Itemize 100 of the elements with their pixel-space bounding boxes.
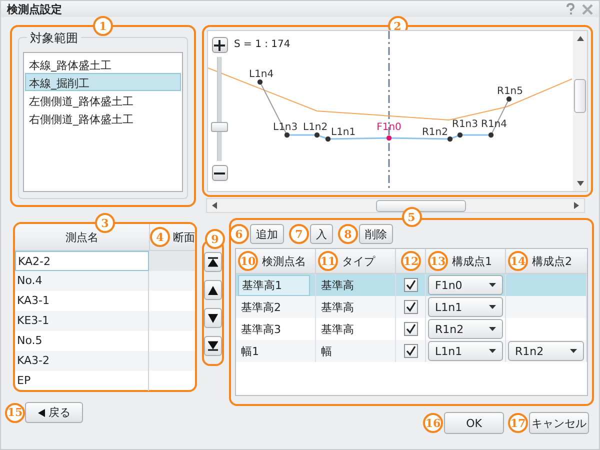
caret-icon bbox=[570, 349, 577, 353]
window-title: 検測点設定 bbox=[7, 2, 62, 16]
table-cell-text: 基準高 bbox=[320, 322, 354, 336]
table-row[interactable]: 基準高1 基準高 F1n0 bbox=[236, 274, 587, 296]
toolbar-button[interactable]: 入 bbox=[310, 224, 333, 244]
header-label: 構成点2 bbox=[532, 254, 572, 268]
move-up-button[interactable] bbox=[204, 280, 222, 300]
scroll-up-icon[interactable] bbox=[576, 36, 584, 41]
column-header[interactable]: 10 検測点名 bbox=[236, 249, 316, 273]
scale-label: S = 1 : 174 bbox=[234, 39, 290, 50]
dropdown[interactable]: L1n1 bbox=[428, 341, 503, 361]
checkbox[interactable] bbox=[404, 322, 418, 336]
triangle-left-icon bbox=[38, 408, 44, 416]
callout-number: 12 bbox=[401, 251, 421, 271]
callout-number: 3 bbox=[95, 213, 115, 233]
table-row[interactable]: 基準高2 基準高 L1n1 bbox=[236, 296, 587, 318]
checkbox[interactable] bbox=[404, 344, 418, 358]
zoom-out-button[interactable] bbox=[212, 165, 228, 181]
point-label: R1n4 bbox=[481, 119, 508, 130]
triangle-up-icon bbox=[208, 286, 218, 294]
point-marker[interactable] bbox=[447, 136, 453, 142]
column-header[interactable]: 11 タイプ bbox=[316, 249, 396, 273]
dropdown[interactable]: R1n2 bbox=[428, 319, 503, 339]
column-header[interactable]: 13 構成点1 bbox=[426, 249, 506, 273]
scroll-thumb[interactable] bbox=[574, 79, 586, 113]
callout-number: 4 bbox=[150, 227, 170, 247]
table-cell-text: 基準高2 bbox=[240, 300, 281, 314]
table-cell-text: 幅1 bbox=[240, 344, 259, 358]
point-marker[interactable] bbox=[284, 132, 290, 138]
table-cell: No.4 bbox=[15, 271, 149, 291]
table-cell-text: 基準高 bbox=[320, 278, 354, 292]
callout-number: 15 bbox=[5, 402, 25, 422]
point-label: L1n2 bbox=[303, 122, 328, 133]
point-marker[interactable] bbox=[457, 132, 463, 138]
callout-number: 5 bbox=[402, 207, 422, 227]
move-down-button[interactable] bbox=[204, 308, 222, 328]
column-header[interactable]: 4 断面 bbox=[150, 224, 195, 250]
point-marker[interactable] bbox=[488, 132, 494, 138]
dropdown[interactable]: R1n2 bbox=[508, 341, 584, 361]
list-item[interactable]: 本線_掘削工 bbox=[25, 73, 181, 91]
point-marker[interactable] bbox=[506, 96, 512, 102]
move-bottom-icon bbox=[208, 341, 218, 351]
toolbar-button[interactable]: 削除 bbox=[359, 224, 393, 244]
scroll-left-icon[interactable] bbox=[212, 202, 217, 209]
point-label: L1n1 bbox=[331, 127, 356, 138]
caret-icon bbox=[489, 327, 496, 331]
toolbar-button[interactable]: 追加 bbox=[250, 224, 284, 244]
back-button[interactable]: 戻る bbox=[25, 402, 83, 423]
callout-number: 7 bbox=[289, 224, 309, 244]
point-marker[interactable] bbox=[257, 79, 263, 85]
table-row[interactable]: 幅1 幅 L1n1 R1n2 bbox=[236, 340, 587, 362]
table-cell-text: 基準高 bbox=[320, 300, 354, 314]
zoom-in-button[interactable] bbox=[212, 37, 228, 53]
point-label: L1n4 bbox=[249, 69, 274, 80]
vertical-scrollbar[interactable] bbox=[573, 31, 587, 191]
checkbox[interactable] bbox=[404, 278, 418, 292]
list-item[interactable]: 左側側道_路体盛土工 bbox=[25, 91, 181, 109]
point-label: F1n0 bbox=[376, 122, 402, 133]
checkbox[interactable] bbox=[404, 300, 418, 314]
table-row[interactable]: EP bbox=[15, 371, 195, 391]
column-header[interactable]: 14 構成点2 bbox=[506, 249, 587, 273]
caret-icon bbox=[489, 349, 496, 353]
point-label: R1n5 bbox=[497, 86, 524, 97]
callout-number: 11 bbox=[318, 251, 338, 271]
scroll-down-icon[interactable] bbox=[576, 181, 584, 186]
dropdown[interactable]: L1n1 bbox=[428, 297, 503, 317]
triangle-down-icon bbox=[208, 314, 218, 322]
scroll-right-icon[interactable] bbox=[574, 202, 579, 209]
callout-number: 17 bbox=[508, 413, 528, 433]
table-row[interactable]: No.4 bbox=[15, 271, 195, 291]
group-legend: 対象範囲 bbox=[27, 30, 81, 47]
table-row[interactable]: KA3-2 bbox=[15, 351, 195, 371]
move-top-button[interactable] bbox=[204, 252, 222, 272]
header-label: タイプ bbox=[342, 254, 375, 268]
table-cell-text: 幅 bbox=[320, 344, 332, 358]
table-cell: EP bbox=[15, 371, 149, 391]
horizontal-scrollbar[interactable] bbox=[206, 198, 585, 213]
list-item[interactable]: 右側側道_路体盛土工 bbox=[25, 109, 181, 127]
point-marker[interactable] bbox=[386, 135, 392, 141]
move-bottom-button[interactable] bbox=[204, 336, 222, 356]
point-label: L1n3 bbox=[273, 122, 298, 133]
scroll-thumb[interactable] bbox=[376, 200, 466, 212]
point-marker[interactable] bbox=[325, 136, 331, 142]
header-label: 検測点名 bbox=[262, 254, 306, 268]
point-label: R1n3 bbox=[452, 119, 478, 130]
table-cell: 基準高1 bbox=[238, 274, 310, 296]
dropdown[interactable]: F1n0 bbox=[428, 275, 503, 295]
minus-icon bbox=[214, 172, 225, 174]
table-row[interactable]: KA2-2 bbox=[15, 251, 195, 271]
callout-number: 13 bbox=[428, 251, 448, 271]
callout-number: 6 bbox=[229, 224, 249, 244]
point-marker[interactable] bbox=[314, 132, 320, 138]
callout-number: 14 bbox=[508, 251, 528, 271]
callout-number: 8 bbox=[338, 224, 358, 244]
cancel-button[interactable]: キャンセル bbox=[529, 412, 589, 434]
table-row[interactable]: KE3-1 bbox=[15, 311, 195, 331]
ok-button[interactable]: OK bbox=[444, 412, 504, 434]
plus-icon bbox=[214, 40, 225, 50]
list-item[interactable]: 本線_路体盛土工 bbox=[25, 55, 181, 73]
table-cell: KA3-2 bbox=[15, 351, 149, 371]
